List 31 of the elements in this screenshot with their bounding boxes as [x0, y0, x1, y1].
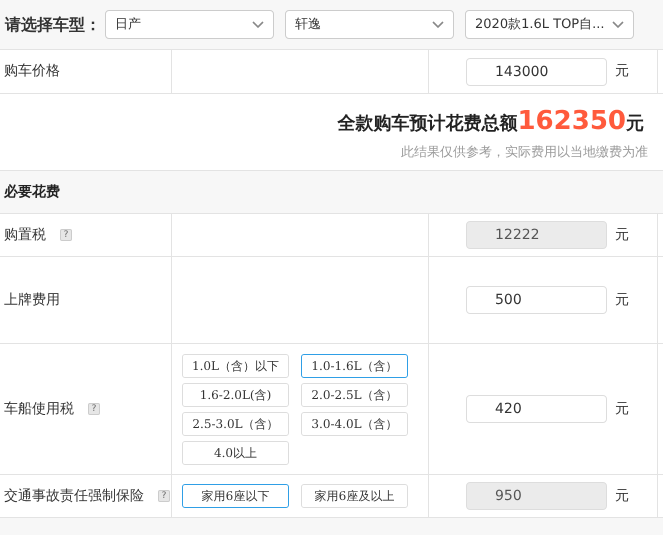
- option-button[interactable]: 1.0-1.6L（含）: [301, 354, 408, 378]
- chevron-down-icon: [612, 20, 624, 28]
- amount-field[interactable]: 420: [466, 395, 607, 423]
- row-label: 上牌费用: [4, 290, 60, 310]
- option-button[interactable]: 1.6-2.0L(含): [182, 382, 289, 406]
- chevron-down-icon: [432, 20, 444, 28]
- unit-label: 元: [615, 400, 629, 418]
- row-label: 购车价格: [4, 62, 60, 81]
- option-button[interactable]: 1.0L（含）以下: [182, 354, 289, 378]
- help-icon[interactable]: ?: [88, 403, 100, 415]
- total-cost: 全款购车预计花费总额162350元: [337, 105, 644, 138]
- option-button[interactable]: 3.0-4.0L（含）: [301, 412, 408, 436]
- unit-label: 元: [615, 290, 629, 310]
- row-label: 购置税: [4, 226, 46, 244]
- unit-label: 元: [615, 226, 629, 244]
- amount-field[interactable]: 500: [466, 286, 607, 314]
- row-label: 车船使用税: [4, 400, 74, 418]
- row-label: 交通事故责任强制保险: [4, 486, 144, 506]
- option-button[interactable]: 2.0-2.5L（含）: [301, 382, 408, 406]
- selector-label: 请选择车型：: [5, 14, 102, 36]
- dropdown[interactable]: 轩逸: [285, 10, 454, 39]
- option-button[interactable]: 4.0以上: [182, 440, 289, 464]
- amount-field[interactable]: 143000: [466, 58, 607, 86]
- unit-label: 元: [615, 486, 629, 506]
- dropdown[interactable]: 日产: [105, 10, 274, 39]
- disclaimer-note: 此结果仅供参考，实际费用以当地缴费为准: [401, 144, 648, 162]
- section-title: 必要花费: [4, 182, 60, 202]
- unit-label: 元: [615, 62, 629, 81]
- chevron-down-icon: [252, 20, 264, 28]
- dropdown[interactable]: 2020款1.6L TOP自...: [465, 10, 634, 39]
- option-button[interactable]: 2.5-3.0L（含）: [182, 412, 289, 436]
